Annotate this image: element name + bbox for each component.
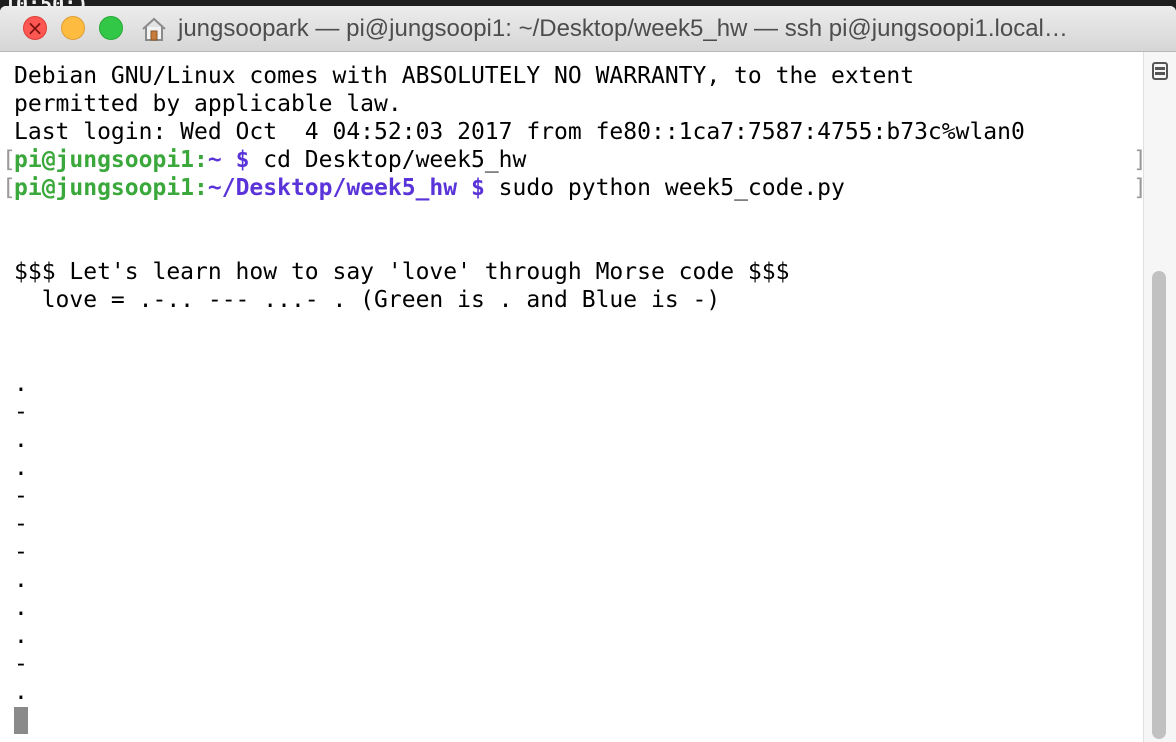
program-output-line: love = .-.. --- ...- . (Green is . and B… xyxy=(14,287,721,313)
prompt-command: cd Desktop/week5_hw xyxy=(249,147,527,173)
prompt-command: sudo python week5_code.py xyxy=(484,175,845,201)
prompt-path: ~ $ xyxy=(207,147,250,173)
vertical-scrollbar[interactable] xyxy=(1143,52,1176,742)
morse-line: . xyxy=(14,371,28,397)
prompt-path: ~/Desktop/week5_hw $ xyxy=(207,175,485,201)
prompt-user-host: pi@jungsoopi1: xyxy=(14,175,208,201)
morse-line: . xyxy=(14,427,28,453)
zoom-button[interactable] xyxy=(99,16,123,40)
split-pane-icon[interactable] xyxy=(1152,62,1168,80)
morse-line: - xyxy=(14,399,28,425)
terminal-window: jungsoopark — pi@jungsoopi1: ~/Desktop/w… xyxy=(0,6,1176,742)
program-output-line: $$$ Let's learn how to say 'love' throug… xyxy=(14,259,790,285)
morse-line: . xyxy=(14,595,28,621)
morse-line: . xyxy=(14,679,28,705)
terminal-line: permitted by applicable law. xyxy=(14,91,402,117)
morse-line: . xyxy=(14,455,28,481)
minimize-button[interactable] xyxy=(61,16,85,40)
morse-line: - xyxy=(14,511,28,537)
morse-line: - xyxy=(14,483,28,509)
morse-line: - xyxy=(14,539,28,565)
prompt-line-2: pi@jungsoopi1:~/Desktop/week5_hw $ sudo … xyxy=(14,174,845,202)
home-icon xyxy=(142,17,166,41)
terminal-line: Last login: Wed Oct 4 04:52:03 2017 from… xyxy=(14,119,1025,145)
scrollbar-thumb[interactable] xyxy=(1152,271,1166,739)
close-button[interactable] xyxy=(23,16,47,40)
prompt-user-host: pi@jungsoopi1: xyxy=(14,147,208,173)
morse-line: - xyxy=(14,651,28,677)
terminal-content[interactable]: Debian GNU/Linux comes with ABSOLUTELY N… xyxy=(0,52,1147,742)
prompt-line-1: pi@jungsoopi1:~ $ cd Desktop/week5_hw xyxy=(14,146,526,174)
window-title: jungsoopark — pi@jungsoopi1: ~/Desktop/w… xyxy=(178,15,1068,42)
morse-line: . xyxy=(14,623,28,649)
terminal-line: Debian GNU/Linux comes with ABSOLUTELY N… xyxy=(14,63,915,89)
terminal-cursor xyxy=(14,707,28,734)
title-bar[interactable]: jungsoopark — pi@jungsoopi1: ~/Desktop/w… xyxy=(0,6,1176,52)
morse-line: . xyxy=(14,567,28,593)
